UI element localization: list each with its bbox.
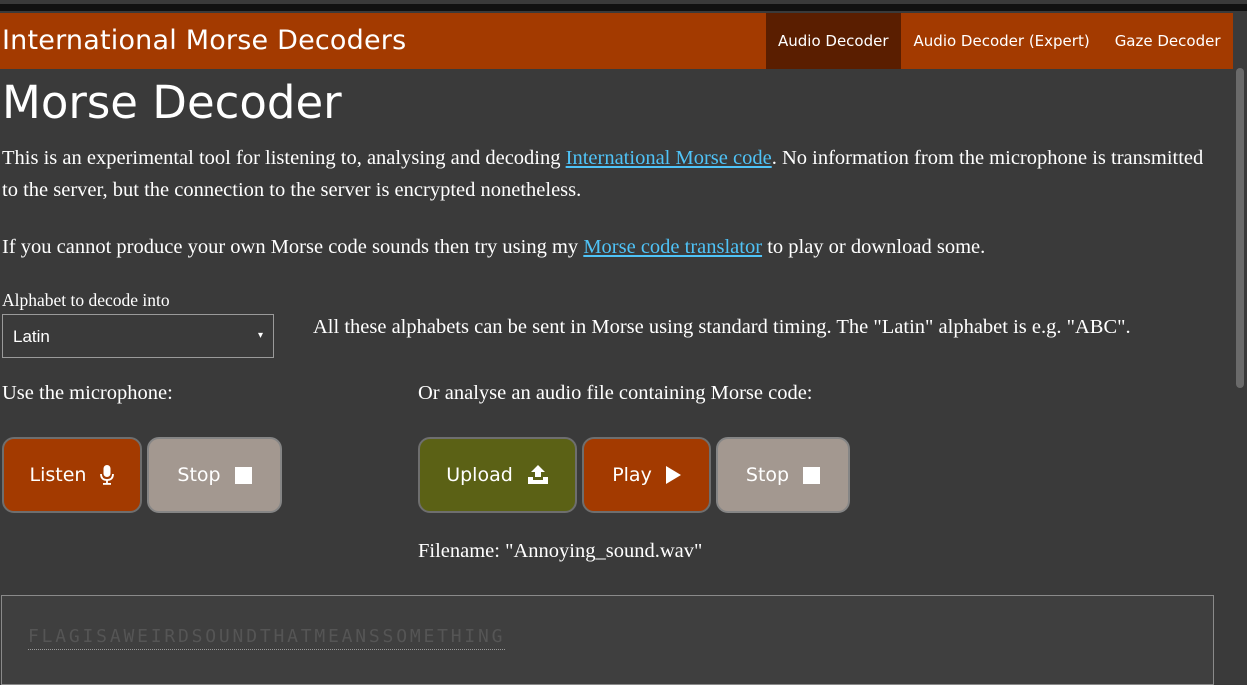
caret-down-icon: ▾ xyxy=(257,330,263,341)
translator-paragraph: If you cannot produce your own Morse cod… xyxy=(2,231,1217,263)
scrollbar-thumb[interactable] xyxy=(1236,68,1244,388)
decoded-text: FLAGISAWEIRDSOUNDTHATMEANSSOMETHING xyxy=(28,626,506,650)
listen-button-label: Listen xyxy=(29,464,87,486)
audio-file-label: Or analyse an audio file containing Mors… xyxy=(418,382,813,404)
alphabet-note: All these alphabets can be sent in Morse… xyxy=(313,316,1131,338)
stop-icon xyxy=(803,466,821,484)
nav-item-audio-decoder-expert[interactable]: Audio Decoder (Expert) xyxy=(901,13,1102,69)
translator-text-start: If you cannot produce your own Morse cod… xyxy=(2,236,584,258)
alphabet-select[interactable]: Latin ▾ xyxy=(2,314,274,358)
play-icon xyxy=(665,466,681,484)
listen-button[interactable]: Listen xyxy=(2,437,142,513)
page-scrollbar[interactable] xyxy=(1233,13,1247,678)
file-stop-button[interactable]: Stop xyxy=(716,437,850,513)
file-stop-button-label: Stop xyxy=(745,464,790,486)
navbar: International Morse Decoders Audio Decod… xyxy=(0,13,1233,69)
browser-top-strip xyxy=(0,0,1247,13)
microphone-label: Use the microphone: xyxy=(2,382,173,404)
intro-paragraph: This is an experimental tool for listeni… xyxy=(2,142,1217,206)
intro-text-start: This is an experimental tool for listeni… xyxy=(2,147,566,169)
translator-text-end: to play or download some. xyxy=(762,236,986,258)
alphabet-label: Alphabet to decode into xyxy=(2,290,170,310)
play-button[interactable]: Play xyxy=(582,437,711,513)
nav-item-audio-decoder[interactable]: Audio Decoder xyxy=(765,13,902,69)
page-title: Morse Decoder xyxy=(2,76,342,129)
nav-links: Audio Decoder Audio Decoder (Expert) Gaz… xyxy=(765,13,1234,69)
play-button-label: Play xyxy=(612,464,652,486)
nav-item-gaze-decoder[interactable]: Gaze Decoder xyxy=(1102,13,1233,69)
international-morse-code-link[interactable]: International Morse code xyxy=(566,147,772,169)
mic-stop-button-label: Stop xyxy=(177,464,221,486)
site-title[interactable]: International Morse Decoders xyxy=(2,25,406,56)
decoded-output-box[interactable]: FLAGISAWEIRDSOUNDTHATMEANSSOMETHING xyxy=(1,595,1214,685)
morse-code-translator-link[interactable]: Morse code translator xyxy=(583,236,762,258)
alphabet-selected-value: Latin xyxy=(13,327,50,346)
upload-icon xyxy=(527,465,548,484)
filename-text: Filename: "Annoying_sound.wav" xyxy=(418,540,703,562)
stop-icon xyxy=(234,466,252,484)
microphone-icon xyxy=(100,465,115,485)
mic-stop-button[interactable]: Stop xyxy=(147,437,282,513)
upload-button-label: Upload xyxy=(446,464,513,486)
upload-button[interactable]: Upload xyxy=(418,437,577,513)
